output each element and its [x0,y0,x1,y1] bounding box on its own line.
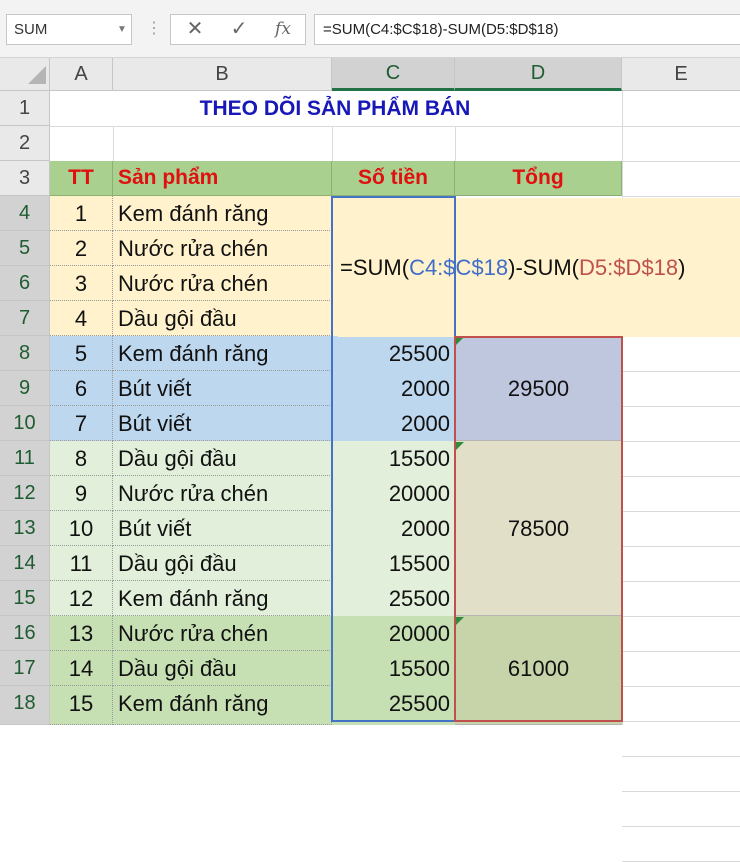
gridline [332,126,333,161]
cell-product[interactable]: Kem đánh răng [113,686,332,725]
cell-product[interactable]: Bút viết [113,406,332,441]
sheet-title[interactable]: THEO DÕI SẢN PHẨM BÁN [50,91,620,126]
row-header[interactable]: 12 [0,476,50,511]
row-header[interactable]: 16 [0,616,50,651]
editor-ref-d: D5:$D$18 [579,255,679,280]
header-cell-total[interactable]: Tổng [455,161,622,196]
gridline [622,791,740,792]
gridline [622,371,740,372]
column-header-b[interactable]: B [113,58,332,91]
range-highlight-c [331,196,456,722]
row-header[interactable]: 14 [0,546,50,581]
gridline [622,721,740,722]
row-header[interactable]: 11 [0,441,50,476]
cancel-icon[interactable]: ✕ [173,15,217,44]
row-header[interactable]: 13 [0,511,50,546]
cell-product[interactable]: Kem đánh răng [113,336,332,371]
row-header[interactable]: 5 [0,231,50,266]
gridline [622,616,740,617]
row-header[interactable]: 18 [0,686,50,725]
cell-tt[interactable]: 2 [50,231,113,266]
cell-tt[interactable]: 15 [50,686,113,725]
row-header[interactable]: 3 [0,161,50,196]
editor-suffix: ) [678,255,686,280]
cell-product[interactable]: Kem đánh răng [113,581,332,616]
enter-check-icon[interactable]: ✓ [217,15,261,44]
cell-product[interactable]: Dầu gội đầu [113,651,332,686]
gridline [113,126,114,161]
gridline [622,756,740,757]
editor-middle: )-SUM( [508,255,580,280]
gridline [622,581,740,582]
cell-product[interactable]: Bút viết [113,511,332,546]
name-box-dropdown-icon[interactable]: ▼ [113,14,131,45]
row-header[interactable]: 1 [0,91,50,126]
row-header[interactable]: 7 [0,301,50,336]
gridline [622,406,740,407]
cell-tt[interactable]: 10 [50,511,113,546]
gridline [455,126,456,161]
cell-product[interactable]: Dầu gội đầu [113,546,332,581]
gridline [622,651,740,652]
row-header[interactable]: 2 [0,126,50,161]
column-header-c[interactable]: C [332,58,455,91]
formula-bar-grip-icon: ⋮ [146,20,162,37]
cell-product[interactable]: Kem đánh răng [113,196,332,231]
insert-function-icon[interactable]: fx [261,15,305,44]
gridline [622,511,740,512]
select-all-triangle-icon [28,66,46,84]
cell-tt[interactable]: 3 [50,266,113,301]
column-header-a[interactable]: A [50,58,113,91]
gridline [622,196,740,197]
cell-product[interactable]: Nước rửa chén [113,476,332,511]
header-cell-product[interactable]: Sản phẩm [113,161,332,196]
row-header[interactable]: 8 [0,336,50,371]
gridline [622,476,740,477]
formula-buttons: ✕ ✓ fx [170,14,306,45]
header-cell-amount[interactable]: Số tiền [332,161,455,196]
column-header-d[interactable]: D [455,58,622,91]
header-cell-tt[interactable]: TT [50,161,113,196]
row-header[interactable]: 17 [0,651,50,686]
cell-product[interactable]: Dầu gội đầu [113,441,332,476]
cell-tt[interactable]: 12 [50,581,113,616]
column-header-e[interactable]: E [622,58,740,91]
cell-tt[interactable]: 4 [50,301,113,336]
cell-tt[interactable]: 5 [50,336,113,371]
row-header[interactable]: 9 [0,371,50,406]
cell-tt[interactable]: 11 [50,546,113,581]
gridline [50,126,740,127]
row-header[interactable]: 10 [0,406,50,441]
row-header[interactable]: 15 [0,581,50,616]
gridline [622,546,740,547]
cell-product[interactable]: Dầu gội đầu [113,301,332,336]
cell-tt[interactable]: 1 [50,196,113,231]
gridline [622,686,740,687]
cell-tt[interactable]: 8 [50,441,113,476]
cell-tt[interactable]: 9 [50,476,113,511]
cell-tt[interactable]: 14 [50,651,113,686]
gridline [622,826,740,827]
cell-product[interactable]: Nước rửa chén [113,616,332,651]
cell-product[interactable]: Nước rửa chén [113,266,332,301]
cell-product[interactable]: Nước rửa chén [113,231,332,266]
gridline [622,441,740,442]
cell-tt[interactable]: 7 [50,406,113,441]
cell-product[interactable]: Bút viết [113,371,332,406]
cell-tt[interactable]: 13 [50,616,113,651]
range-highlight-d [454,336,623,722]
row-header[interactable]: 6 [0,266,50,301]
cell-tt[interactable]: 6 [50,371,113,406]
formula-input[interactable]: =SUM(C4:$C$18)-SUM(D5:$D$18) [314,14,740,45]
row-header[interactable]: 4 [0,196,50,231]
